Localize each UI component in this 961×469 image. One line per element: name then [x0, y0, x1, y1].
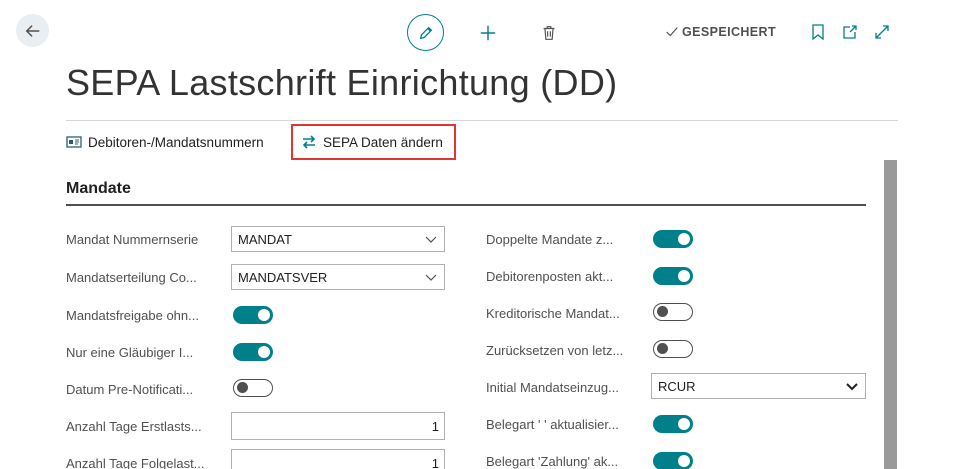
chevron-down-icon — [425, 274, 437, 281]
customer-numbers-icon — [66, 136, 82, 148]
trash-icon — [543, 26, 555, 40]
toggle-knob — [678, 455, 690, 467]
field-value: 1 — [431, 455, 439, 469]
days-first-debit-input[interactable]: 1 — [231, 412, 445, 440]
field-label: Debitorenposten akt... — [486, 268, 614, 284]
section-divider — [66, 204, 866, 206]
arrow-left-icon — [25, 24, 39, 37]
toggle-knob — [657, 343, 668, 354]
plus-icon — [480, 25, 496, 41]
field-label: Mandatsfreigabe ohn... — [66, 307, 199, 323]
swap-arrows-icon — [302, 135, 316, 149]
duplicate-mandates-toggle[interactable] — [653, 230, 693, 248]
initial-mandate-collection-select[interactable]: RCUR — [651, 373, 866, 399]
customer-entries-toggle[interactable] — [653, 267, 693, 285]
toggle-knob — [678, 270, 690, 282]
field-label: Anzahl Tage Erstlasts... — [66, 418, 202, 434]
field-mandate-number-series: Mandat Nummernserie — [66, 226, 216, 252]
field-label: Doppelte Mandate z... — [486, 231, 614, 247]
only-one-creditor-toggle[interactable] — [233, 343, 273, 361]
chevron-down-icon — [846, 383, 858, 391]
field-label: Belegart 'Zahlung' ak... — [486, 453, 619, 469]
doc-type-blank-toggle[interactable] — [653, 415, 693, 433]
saved-status: GESPEICHERT — [665, 25, 776, 39]
action-label: Debitoren-/Mandatsnummern — [88, 134, 264, 150]
field-label: Initial Mandatseinzug... — [486, 379, 619, 395]
action-label: SEPA Daten ändern — [323, 134, 443, 150]
doc-type-payment-toggle[interactable] — [653, 452, 693, 469]
section-title-mandates: Mandate — [66, 180, 131, 197]
pre-notification-toggle[interactable] — [233, 379, 273, 397]
back-button[interactable] — [16, 14, 49, 47]
field-initial-mandate-collection: Initial Mandatseinzug... — [486, 374, 636, 400]
field-value: RCUR — [658, 378, 696, 394]
expand-button[interactable] — [873, 23, 891, 41]
field-mandate-release-without: Mandatsfreigabe ohn... — [66, 302, 216, 328]
field-value: 1 — [431, 418, 439, 434]
toggle-knob — [657, 306, 668, 317]
mandate-release-toggle[interactable] — [233, 306, 273, 324]
bookmark-button[interactable] — [809, 23, 827, 41]
field-label: Kreditorische Mandat... — [486, 305, 620, 321]
toggle-knob — [237, 382, 248, 393]
days-recurring-debit-input[interactable]: 1 — [231, 449, 445, 469]
field-pre-notification-date: Datum Pre-Notificati... — [66, 376, 216, 402]
open-in-new-window-icon — [843, 25, 857, 39]
action-customer-mandate-numbers[interactable]: Debitoren-/Mandatsnummern — [58, 124, 272, 160]
field-label: Mandat Nummernserie — [66, 231, 199, 247]
pencil-icon — [419, 26, 432, 39]
field-days-first-debit: Anzahl Tage Erstlasts... — [66, 413, 216, 439]
field-customer-entries-update: Debitorenposten akt... — [486, 263, 636, 289]
vertical-scrollbar[interactable] — [884, 160, 897, 469]
bookmark-icon — [812, 24, 824, 41]
field-vendor-mandates: Kreditorische Mandat... — [486, 300, 636, 326]
field-duplicate-mandates: Doppelte Mandate z... — [486, 226, 636, 252]
field-doc-type-blank-update: Belegart ' ' aktualisier... — [486, 411, 636, 437]
field-days-recurring-debit: Anzahl Tage Folgelast... — [66, 450, 216, 469]
saved-label: GESPEICHERT — [682, 25, 776, 39]
mandate-issuance-code-lookup[interactable]: MANDATSVER — [231, 264, 445, 290]
toggle-knob — [258, 309, 270, 321]
expand-icon — [875, 25, 889, 39]
open-new-window-button[interactable] — [841, 23, 859, 41]
edit-button[interactable] — [407, 14, 444, 51]
field-label: Belegart ' ' aktualisier... — [486, 416, 619, 432]
field-mandate-issuance-code: Mandatserteilung Co... — [66, 264, 216, 290]
action-change-sepa-data[interactable]: SEPA Daten ändern — [291, 124, 456, 160]
field-value: MANDAT — [238, 231, 292, 247]
new-button[interactable] — [478, 23, 498, 43]
reset-last-toggle[interactable] — [653, 340, 693, 358]
field-reset-last: Zurücksetzen von letz... — [486, 337, 636, 363]
toggle-knob — [678, 418, 690, 430]
toggle-knob — [678, 233, 690, 245]
field-only-one-creditor-id: Nur eine Gläubiger I... — [66, 339, 216, 365]
checkmark-icon — [666, 27, 678, 37]
field-label: Zurücksetzen von letz... — [486, 342, 624, 358]
delete-button[interactable] — [539, 23, 559, 43]
action-bar-divider — [66, 120, 898, 121]
field-label: Datum Pre-Notificati... — [66, 381, 194, 397]
mandate-number-series-lookup[interactable]: MANDAT — [231, 226, 445, 252]
field-label: Mandatserteilung Co... — [66, 269, 197, 285]
field-value: MANDATSVER — [238, 269, 328, 285]
field-label: Nur eine Gläubiger I... — [66, 344, 194, 360]
field-doc-type-payment-update: Belegart 'Zahlung' ak... — [486, 448, 636, 469]
field-label: Anzahl Tage Folgelast... — [66, 455, 205, 469]
page-title: SEPA Lastschrift Einrichtung (DD) — [66, 62, 618, 103]
vendor-mandates-toggle[interactable] — [653, 303, 693, 321]
toggle-knob — [258, 346, 270, 358]
chevron-down-icon — [425, 236, 437, 243]
